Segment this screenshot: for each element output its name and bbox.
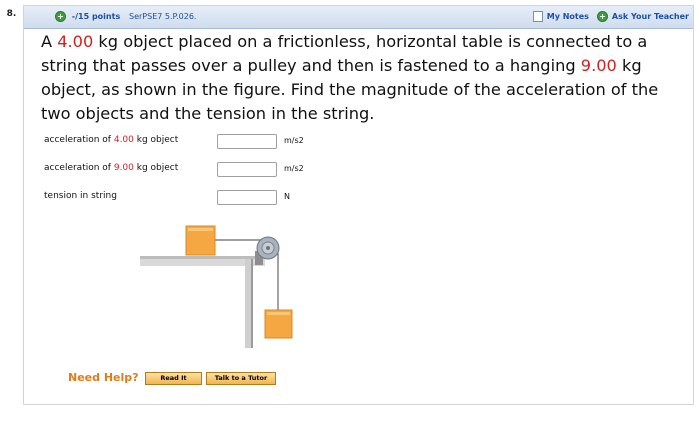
table-edge-shade bbox=[140, 256, 265, 259]
problem-code: SerPSE7 5.P.026. bbox=[129, 12, 197, 21]
tension-input[interactable] bbox=[217, 190, 277, 205]
table-side-shadow bbox=[251, 259, 253, 348]
accel-9kg-input[interactable] bbox=[217, 162, 277, 177]
answer-label-accel-4: acceleration of 4.00 kg object bbox=[44, 135, 179, 145]
notes-checkbox-icon[interactable] bbox=[532, 11, 543, 22]
unit-label: N bbox=[284, 192, 290, 201]
points-label: -/15 points bbox=[71, 12, 121, 21]
mass2-value: 9.00 bbox=[580, 56, 617, 75]
read-it-button[interactable]: Read It bbox=[145, 372, 202, 385]
answer-label-accel-9: acceleration of 9.00 kg object bbox=[44, 163, 179, 173]
need-help-label: Need Help? bbox=[68, 371, 139, 384]
my-notes-link[interactable]: My Notes bbox=[547, 12, 589, 21]
plus-circle-icon[interactable]: + bbox=[55, 11, 66, 22]
pulley-figure bbox=[140, 225, 293, 348]
ask-teacher-link[interactable]: Ask Your Teacher bbox=[612, 12, 689, 21]
talk-to-tutor-button[interactable]: Talk to a Tutor bbox=[206, 372, 276, 385]
unit-label: m/s2 bbox=[284, 164, 304, 173]
unit-label: m/s2 bbox=[284, 136, 304, 145]
mass1-value: 4.00 bbox=[57, 32, 94, 51]
accel-4kg-input[interactable] bbox=[217, 134, 277, 149]
plus-circle-icon[interactable]: + bbox=[596, 11, 608, 22]
header-actions: My Notes + Ask Your Teacher bbox=[532, 11, 689, 22]
points-area: + -/15 points SerPSE7 5.P.026. bbox=[55, 11, 196, 22]
question-number: 8. bbox=[6, 9, 17, 19]
answer-label-tension: tension in string bbox=[44, 191, 117, 201]
question-header: + -/15 points SerPSE7 5.P.026. My Notes … bbox=[24, 6, 693, 29]
question-text: A 4.00 kg object placed on a frictionles… bbox=[41, 32, 659, 123]
